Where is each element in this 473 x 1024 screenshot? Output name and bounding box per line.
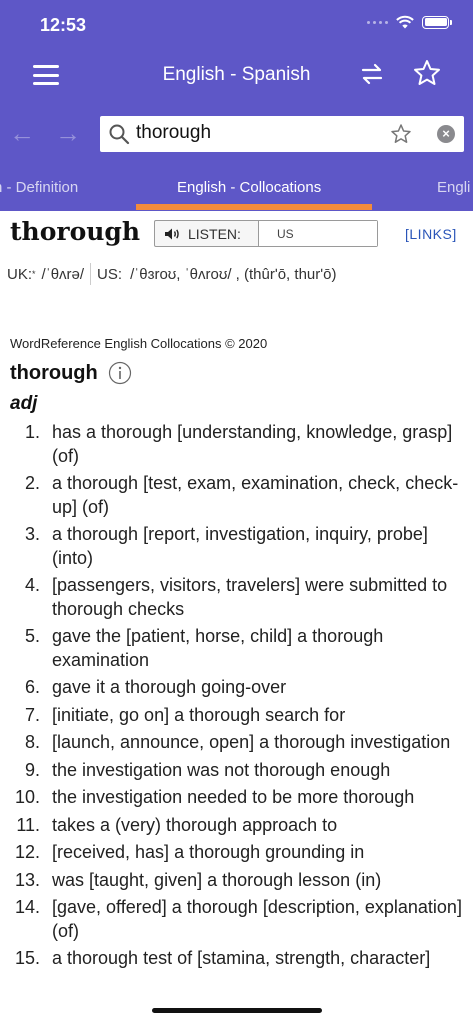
search-input[interactable]: thorough × (100, 116, 464, 152)
list-item-text: [initiate, go on] a thorough search for (52, 704, 346, 725)
active-tab-indicator (136, 204, 372, 210)
list-item-number: 4. (24, 575, 40, 595)
list-item: 2. a thorough [test, exam, examination, c… (0, 472, 473, 519)
status-bar: 12:53 (0, 0, 473, 48)
list-item: 12. [received, has] a thorough grounding … (0, 841, 473, 865)
signal-icon (367, 20, 388, 24)
forward-arrow-icon[interactable]: → (55, 118, 81, 149)
accent-select[interactable]: US (259, 221, 377, 246)
links-button[interactable]: [LINKS] (405, 226, 457, 242)
back-arrow-icon[interactable]: ← (9, 118, 35, 149)
list-item: 3. a thorough [report, investigation, inq… (0, 523, 473, 570)
list-item-number: 10. (14, 787, 40, 807)
list-item-number: 7. (24, 704, 40, 725)
list-item-number: 15. (14, 948, 40, 968)
speaker-icon (165, 228, 179, 239)
tab-english-next[interactable]: Engli (437, 179, 470, 196)
search-row: ← → thorough × (0, 102, 473, 164)
uk-marker: * (32, 269, 36, 279)
listen-button[interactable]: LISTEN: (155, 221, 259, 246)
list-item: 5. gave the [patient, horse, child] a tho… (0, 625, 473, 672)
list-item-text: was [taught, given] a thorough lesson (i… (52, 869, 382, 890)
wifi-icon (396, 15, 414, 29)
info-icon[interactable] (108, 361, 132, 385)
list-item-number: 2. (24, 473, 40, 493)
list-item: 9. the investigation was not thorough eno… (0, 759, 473, 783)
nav-bar: English - Spanish (0, 48, 473, 102)
list-item-number: 5. (24, 626, 40, 646)
entry-word: thorough (10, 361, 132, 385)
list-item: 8. [launch, announce, open] a thorough in… (0, 731, 473, 755)
search-icon (109, 124, 130, 145)
headword: thorough (10, 217, 141, 246)
status-time: 12:53 (40, 15, 87, 35)
list-item: 10. the investigation needed to be more t… (0, 786, 473, 810)
list-item-text: [received, has] a thorough grounding in (52, 842, 365, 862)
list-item: 4. [passengers, visitors, travelers] were… (0, 574, 473, 621)
dictionary-tabs: n - Definition English - Collocations En… (0, 164, 473, 211)
list-item-text: a thorough [report, investigation, inqui… (52, 524, 428, 568)
list-item: 13. was [taught, given] a thorough lesson… (0, 869, 473, 893)
part-of-speech: adj (10, 393, 38, 414)
list-item-text: [launch, announce, open] a thorough inve… (52, 732, 451, 752)
tab-definition[interactable]: n - Definition (0, 179, 78, 196)
list-item-text: the investigation was not thorough enoug… (52, 759, 391, 780)
tab-collocations[interactable]: English - Collocations (177, 179, 321, 196)
list-item-number: 13. (14, 869, 40, 890)
list-item: 14. [gave, offered] a thorough [descripti… (0, 896, 473, 943)
list-item: 11. takes a (very) thorough approach to (0, 814, 473, 838)
pronunciation: UK: * /ˈθʌrə/ US: /ˈθɜroʊ, ˈθʌroʊ/ , (thû… (7, 263, 336, 285)
list-item-number: 14. (14, 897, 40, 917)
copyright-notice: WordReference English Collocations © 202… (10, 336, 268, 351)
battery-icon (422, 15, 452, 29)
listen-label: LISTEN: (188, 225, 241, 242)
search-query[interactable]: thorough (136, 122, 211, 144)
list-item-number: 3. (24, 524, 40, 544)
bookmark-star-icon[interactable] (390, 123, 412, 145)
pron-divider (90, 263, 92, 285)
list-item-text: a thorough test of [stamina, strength, c… (52, 948, 431, 968)
list-item: 7. [initiate, go on] a thorough search fo… (0, 704, 473, 728)
us-pronunciation: /ˈθɜroʊ, ˈθʌroʊ/ , (thûrʹō, thurʹō) (130, 265, 337, 283)
status-icons (367, 15, 452, 29)
list-item: 1. has a thorough [understanding, knowled… (0, 421, 473, 468)
list-item-number: 11. (16, 814, 40, 835)
list-item-text: [gave, offered] a thorough [description,… (52, 897, 462, 941)
list-item: 6. gave it a thorough going-over (0, 676, 473, 700)
home-indicator[interactable] (152, 1008, 322, 1013)
listen-control: LISTEN: US (154, 220, 378, 247)
list-item-number: 1. (24, 422, 40, 442)
us-label: US: (97, 265, 123, 283)
dictionary-title[interactable]: English - Spanish (0, 64, 473, 86)
list-item-number: 6. (24, 677, 40, 697)
list-item-number: 8. (24, 732, 40, 752)
entry-word-text: thorough (10, 361, 98, 384)
list-item-text: gave the [patient, horse, child] a thoro… (52, 626, 384, 670)
favorites-star-icon[interactable] (412, 58, 442, 88)
collocation-list: 1. has a thorough [understanding, knowled… (0, 421, 473, 975)
list-item-text: takes a (very) thorough approach to (52, 814, 338, 835)
list-item-text: the investigation needed to be more thor… (52, 787, 415, 807)
list-item-text: a thorough [test, exam, examination, che… (52, 473, 459, 517)
list-item-number: 12. (14, 842, 40, 862)
list-item-text: [passengers, visitors, travelers] were s… (52, 575, 448, 619)
list-item: 15. a thorough test of [stamina, strength… (0, 947, 473, 971)
uk-pronunciation: /ˈθʌrə/ (41, 265, 85, 283)
clear-search-icon[interactable]: × (437, 125, 455, 143)
list-item-text: has a thorough [understanding, knowledge… (52, 422, 453, 466)
list-item-number: 9. (24, 759, 40, 780)
uk-label: UK: (7, 265, 33, 283)
list-item-text: gave it a thorough going-over (52, 677, 287, 697)
swap-arrows-icon[interactable] (358, 60, 386, 88)
